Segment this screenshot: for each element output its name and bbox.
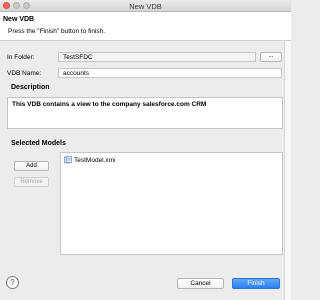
help-icon[interactable]: ? <box>6 276 19 289</box>
add-model-button[interactable]: Add <box>14 161 49 171</box>
wizard-header: New VDB Press the "Finish" button to fin… <box>0 12 291 41</box>
window-title: New VDB <box>129 2 162 11</box>
window-titlebar: New VDB <box>0 0 291 12</box>
in-folder-label: In Folder: <box>7 54 35 61</box>
finish-button[interactable]: Finish <box>232 278 280 289</box>
in-folder-field[interactable]: TestSFDC <box>58 52 256 62</box>
wizard-title: New VDB <box>3 16 35 23</box>
description-textarea[interactable]: This VDB contains a view to the company … <box>7 97 283 129</box>
wizard-message: Press the "Finish" button to finish. <box>8 28 106 35</box>
vdb-name-input[interactable]: accounts <box>58 68 282 78</box>
browse-folder-button[interactable]: ... <box>260 52 282 62</box>
cancel-button[interactable]: Cancel <box>177 278 224 289</box>
remove-model-button[interactable]: Remove <box>14 177 49 187</box>
selected-models-section-title: Selected Models <box>11 140 66 147</box>
model-name: TestModel.xmi <box>74 156 116 164</box>
wizard-footer: ? Cancel Finish <box>0 262 291 300</box>
selected-models-list[interactable]: TestModel.xmi <box>60 152 283 255</box>
model-file-icon <box>64 156 72 164</box>
vdb-name-label: VDB Name: <box>7 70 42 77</box>
list-item[interactable]: TestModel.xmi <box>64 156 116 164</box>
description-section-title: Description <box>11 84 50 91</box>
